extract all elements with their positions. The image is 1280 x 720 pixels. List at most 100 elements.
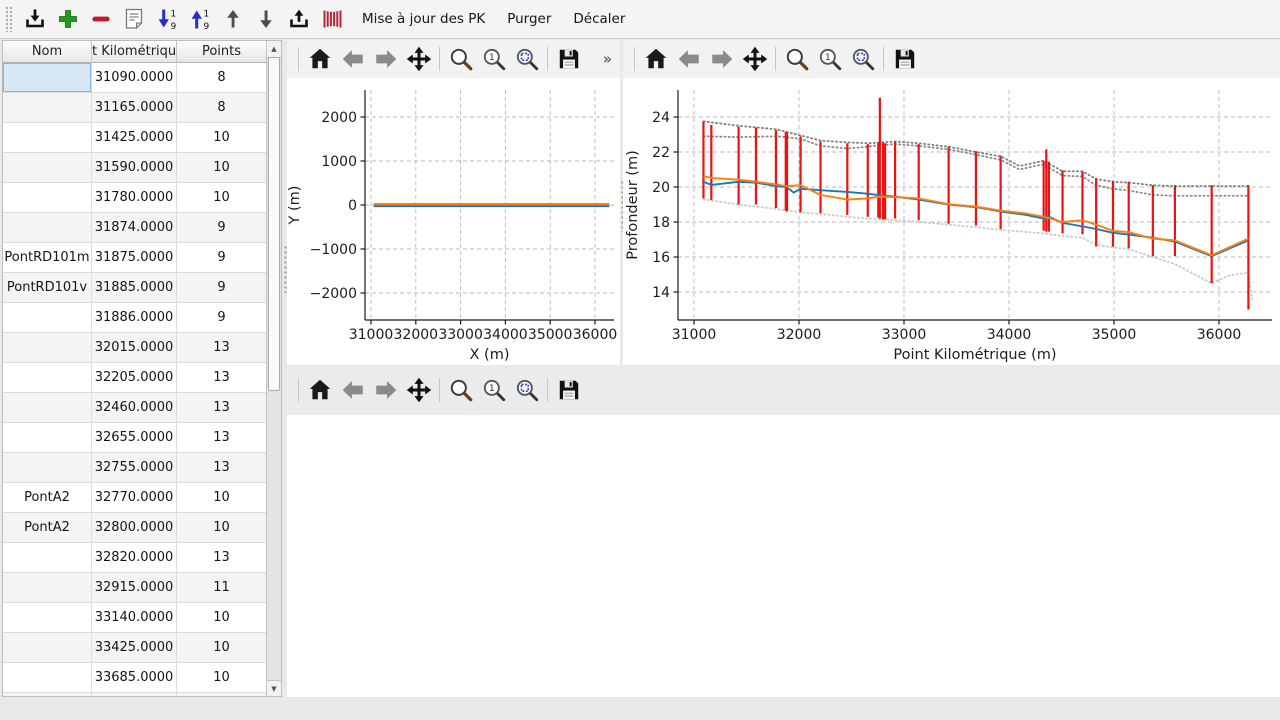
cell-nom[interactable]: PontA2 — [3, 483, 92, 513]
home-icon[interactable] — [642, 46, 669, 73]
cell-pk[interactable]: 31090.0000 — [92, 63, 177, 93]
pan-icon[interactable] — [741, 46, 768, 73]
save-figure-icon[interactable] — [891, 46, 918, 73]
cell-pk[interactable]: 32800.0000 — [92, 513, 177, 543]
profondeur-plot-canvas[interactable]: 3100032000330003400035000360001416182022… — [623, 78, 1280, 365]
zoom-one-icon[interactable]: 1 — [480, 377, 507, 404]
cell-nom[interactable]: PontRD101v — [3, 273, 92, 303]
cell-nom[interactable] — [3, 423, 92, 453]
table-scrollbar[interactable]: ▲ ▼ — [266, 41, 281, 696]
cell-pk[interactable]: 33425.0000 — [92, 633, 177, 663]
cell-nom[interactable] — [3, 663, 92, 693]
cell-nom[interactable] — [3, 633, 92, 663]
save-figure-icon[interactable] — [555, 46, 582, 73]
cell-points[interactable]: 10 — [177, 183, 267, 213]
zoom-rect-icon[interactable] — [783, 46, 810, 73]
cell-points[interactable]: 11 — [177, 573, 267, 603]
xy-plot-canvas[interactable]: 310003200033000340003500036000−2000−1000… — [287, 78, 620, 365]
column-header-0[interactable]: Nom — [3, 41, 92, 63]
cell-pk[interactable]: 31425.0000 — [92, 123, 177, 153]
cell-points[interactable]: 13 — [177, 423, 267, 453]
zoom-extent-icon[interactable] — [513, 377, 540, 404]
scroll-down-icon[interactable]: ▼ — [267, 680, 281, 696]
delete-row-icon[interactable] — [88, 6, 114, 32]
cell-points[interactable]: 9 — [177, 273, 267, 303]
cell-points[interactable]: 10 — [177, 633, 267, 663]
cell-nom[interactable] — [3, 363, 92, 393]
cell-nom[interactable] — [3, 603, 92, 633]
cell-pk[interactable]: 31875.0000 — [92, 243, 177, 273]
cell-points[interactable]: 13 — [177, 363, 267, 393]
cell-pk[interactable]: 32205.0000 — [92, 363, 177, 393]
cell-points[interactable]: 10 — [177, 153, 267, 183]
zoom-one-icon[interactable]: 1 — [816, 46, 843, 73]
toolbar-drag-handle[interactable] — [5, 6, 12, 32]
toolbar-overflow-chevron[interactable]: » — [603, 50, 612, 68]
cell-nom[interactable] — [3, 63, 92, 93]
forward-icon[interactable] — [372, 377, 399, 404]
cell-pk[interactable]: 33685.0000 — [92, 663, 177, 693]
cell-pk[interactable]: 32770.0000 — [92, 483, 177, 513]
forward-icon[interactable] — [372, 46, 399, 73]
zoom-extent-icon[interactable] — [513, 46, 540, 73]
save-figure-icon[interactable] — [555, 377, 582, 404]
move-up-icon[interactable] — [220, 6, 246, 32]
cell-points[interactable]: 13 — [177, 453, 267, 483]
column-header-2[interactable]: Points — [177, 41, 267, 63]
cell-points[interactable] — [177, 693, 267, 697]
scroll-up-icon[interactable]: ▲ — [267, 41, 281, 58]
sort-ascending-icon[interactable]: 19 — [154, 6, 180, 32]
cell-nom[interactable] — [3, 93, 92, 123]
cell-pk[interactable]: 31874.0000 — [92, 213, 177, 243]
cell-nom[interactable] — [3, 453, 92, 483]
scrollbar-thumb[interactable] — [268, 57, 280, 391]
zoom-rect-icon[interactable] — [447, 377, 474, 404]
cell-nom[interactable] — [3, 573, 92, 603]
red-profiles-icon[interactable] — [319, 6, 345, 32]
forward-icon[interactable] — [708, 46, 735, 73]
cell-pk[interactable]: 32460.0000 — [92, 393, 177, 423]
cell-points[interactable]: 10 — [177, 663, 267, 693]
cell-points[interactable]: 8 — [177, 63, 267, 93]
cell-nom[interactable] — [3, 333, 92, 363]
cell-nom[interactable] — [3, 693, 92, 697]
cell-points[interactable]: 9 — [177, 303, 267, 333]
cell-pk[interactable]: 31885.0000 — [92, 273, 177, 303]
button-d-caler[interactable]: Décaler — [562, 0, 636, 38]
cell-points[interactable]: 10 — [177, 123, 267, 153]
back-icon[interactable] — [339, 377, 366, 404]
zoom-rect-icon[interactable] — [447, 46, 474, 73]
cell-points[interactable]: 13 — [177, 543, 267, 573]
cell-pk[interactable]: 33140.0000 — [92, 603, 177, 633]
cell-nom[interactable]: PontA2 — [3, 513, 92, 543]
home-icon[interactable] — [306, 46, 333, 73]
cell-points[interactable]: 10 — [177, 513, 267, 543]
cell-points[interactable]: 10 — [177, 483, 267, 513]
cell-pk[interactable]: 31590.0000 — [92, 153, 177, 183]
cell-points[interactable]: 13 — [177, 393, 267, 423]
cell-pk[interactable]: 31165.0000 — [92, 93, 177, 123]
cell-pk[interactable]: 31780.0000 — [92, 183, 177, 213]
move-down-icon[interactable] — [253, 6, 279, 32]
cell-nom[interactable] — [3, 153, 92, 183]
cell-nom[interactable] — [3, 303, 92, 333]
pan-icon[interactable] — [405, 46, 432, 73]
home-icon[interactable] — [306, 377, 333, 404]
cell-nom[interactable]: PontRD101m — [3, 243, 92, 273]
cell-pk[interactable]: 32655.0000 — [92, 423, 177, 453]
cell-nom[interactable] — [3, 213, 92, 243]
button-mise-jour-des-pk[interactable]: Mise à jour des PK — [351, 0, 496, 38]
cell-pk[interactable]: 31886.0000 — [92, 303, 177, 333]
sort-descending-icon[interactable]: 19 — [187, 6, 213, 32]
notes-icon[interactable] — [121, 6, 147, 32]
cell-points[interactable]: 9 — [177, 213, 267, 243]
zoom-extent-icon[interactable] — [849, 46, 876, 73]
cell-points[interactable]: 10 — [177, 603, 267, 633]
export-points-icon[interactable] — [286, 6, 312, 32]
cell-points[interactable]: 8 — [177, 93, 267, 123]
cell-nom[interactable] — [3, 543, 92, 573]
cell-pk[interactable]: 32915.0000 — [92, 573, 177, 603]
cell-nom[interactable] — [3, 183, 92, 213]
cell-pk[interactable] — [92, 693, 177, 697]
back-icon[interactable] — [675, 46, 702, 73]
